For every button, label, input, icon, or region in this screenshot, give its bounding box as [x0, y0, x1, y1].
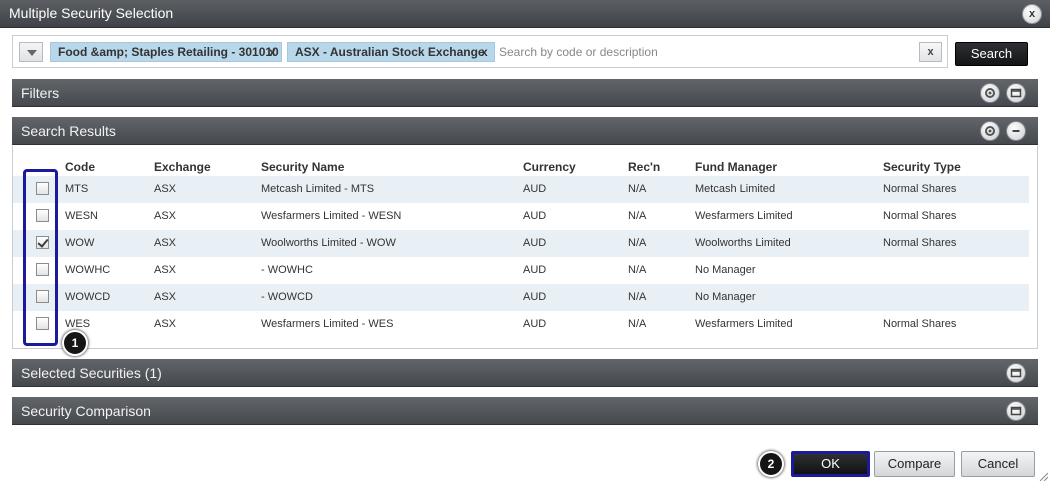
cell-recn: N/A [628, 264, 647, 276]
clear-search-button[interactable]: x [919, 42, 942, 62]
cell-currency: AUD [523, 264, 547, 276]
cell-recn: N/A [628, 318, 647, 330]
cell-exchange: ASX [154, 237, 177, 249]
table-row[interactable]: WOW ASX Woolworths Limited - WOW AUD N/A… [13, 230, 1029, 257]
cell-fund-manager: No Manager [695, 291, 756, 303]
table-row[interactable]: WES ASX Wesfarmers Limited - WES AUD N/A… [13, 311, 1029, 338]
results-table: Code Exchange Security Name Currency Rec… [12, 146, 1038, 349]
column-header-currency: Currency [523, 160, 576, 174]
collapse-icon[interactable] [1006, 121, 1026, 141]
security-comparison-section-header[interactable]: Security Comparison [12, 397, 1038, 425]
cell-code: WOWHC [65, 264, 111, 276]
cell-code: WOW [65, 237, 95, 249]
cell-currency: AUD [523, 183, 547, 195]
cell-security-name: Wesfarmers Limited - WES [261, 318, 394, 330]
cell-exchange: ASX [154, 264, 177, 276]
selected-securities-section-header[interactable]: Selected Securities (1) [12, 359, 1038, 387]
cell-exchange: ASX [154, 318, 177, 330]
resize-grip-icon[interactable] [1038, 471, 1048, 481]
remove-tag-icon[interactable]: x [481, 43, 488, 61]
cell-currency: AUD [523, 210, 547, 222]
compare-button[interactable]: Compare [874, 451, 955, 477]
section-title: Security Comparison [21, 403, 151, 419]
cell-recn: N/A [628, 237, 647, 249]
window-titlebar: Multiple Security Selection x [0, 0, 1050, 28]
filter-tag-label: ASX - Australian Stock Exchange [295, 45, 485, 59]
settings-gear-icon[interactable] [980, 83, 1000, 103]
cell-security-name: Wesfarmers Limited - WESN [261, 210, 402, 222]
cell-code: WESN [65, 210, 98, 222]
column-header-code: Code [65, 160, 95, 174]
table-row[interactable]: WOWCD ASX - WOWCD AUD N/A No Manager [13, 284, 1029, 311]
chevron-down-icon [27, 50, 37, 56]
cell-code: MTS [65, 183, 89, 195]
cell-recn: N/A [628, 210, 647, 222]
section-title: Selected Securities (1) [21, 365, 162, 381]
cell-currency: AUD [523, 318, 547, 330]
cell-fund-manager: Metcash Limited [695, 183, 776, 195]
section-title: Search Results [21, 123, 116, 139]
column-header-security-type: Security Type [883, 160, 961, 174]
ok-button[interactable]: OK [791, 451, 870, 477]
callout-badge-1: 1 [62, 330, 88, 356]
security-search-bar: Food &amp; Staples Retailing - 301010 x … [12, 35, 948, 68]
cell-currency: AUD [523, 237, 547, 249]
cell-exchange: ASX [154, 291, 177, 303]
remove-tag-icon[interactable]: x [269, 43, 276, 61]
expand-icon[interactable] [1006, 83, 1026, 103]
cell-fund-manager: No Manager [695, 264, 756, 276]
cell-currency: AUD [523, 291, 547, 303]
expand-icon[interactable] [1006, 401, 1026, 421]
cell-recn: N/A [628, 183, 647, 195]
checkbox-highlight-annotation [23, 169, 58, 346]
cell-security-name: - WOWCD [261, 291, 313, 303]
column-header-security-name: Security Name [261, 160, 345, 174]
cell-security-name: - WOWHC [261, 264, 313, 276]
close-icon[interactable]: x [1022, 4, 1042, 24]
filter-tag-exchange: ASX - Australian Stock Exchange x [287, 42, 495, 62]
table-row[interactable]: MTS ASX Metcash Limited - MTS AUD N/A Me… [13, 176, 1029, 203]
cell-recn: N/A [628, 291, 647, 303]
cell-code: WES [65, 318, 91, 330]
search-button[interactable]: Search [955, 42, 1028, 66]
cell-code: WOWCD [65, 291, 111, 303]
cell-security-name: Metcash Limited - MTS [261, 183, 375, 195]
filters-section-header[interactable]: Filters [12, 79, 1038, 107]
cell-exchange: ASX [154, 183, 177, 195]
cell-security-type: Normal Shares [883, 183, 957, 195]
filter-tag-sector: Food &amp; Staples Retailing - 301010 x [50, 42, 282, 62]
cell-security-type: Normal Shares [883, 237, 957, 249]
cell-security-type: Normal Shares [883, 318, 957, 330]
cell-security-name: Woolworths Limited - WOW [261, 237, 396, 249]
settings-gear-icon[interactable] [980, 121, 1000, 141]
cell-fund-manager: Wesfarmers Limited [695, 210, 793, 222]
table-row[interactable]: WOWHC ASX - WOWHC AUD N/A No Manager [13, 257, 1029, 284]
column-header-exchange: Exchange [154, 160, 211, 174]
filter-tag-label: Food &amp; Staples Retailing - 301010 [58, 45, 279, 59]
expand-icon[interactable] [1006, 363, 1026, 383]
cancel-button[interactable]: Cancel [961, 451, 1035, 477]
cell-security-type: Normal Shares [883, 210, 957, 222]
callout-badge-2: 2 [758, 451, 784, 477]
column-header-recn: Rec'n [628, 160, 661, 174]
table-row[interactable]: WESN ASX Wesfarmers Limited - WESN AUD N… [13, 203, 1029, 230]
search-dropdown-button[interactable] [19, 42, 43, 62]
cell-fund-manager: Wesfarmers Limited [695, 318, 793, 330]
search-input[interactable] [499, 42, 675, 62]
cell-fund-manager: Woolworths Limited [695, 237, 791, 249]
results-section-header[interactable]: Search Results [12, 117, 1038, 145]
section-title: Filters [21, 85, 60, 101]
cell-exchange: ASX [154, 210, 177, 222]
window-title: Multiple Security Selection [9, 5, 174, 21]
column-header-fund-manager: Fund Manager [695, 160, 778, 174]
